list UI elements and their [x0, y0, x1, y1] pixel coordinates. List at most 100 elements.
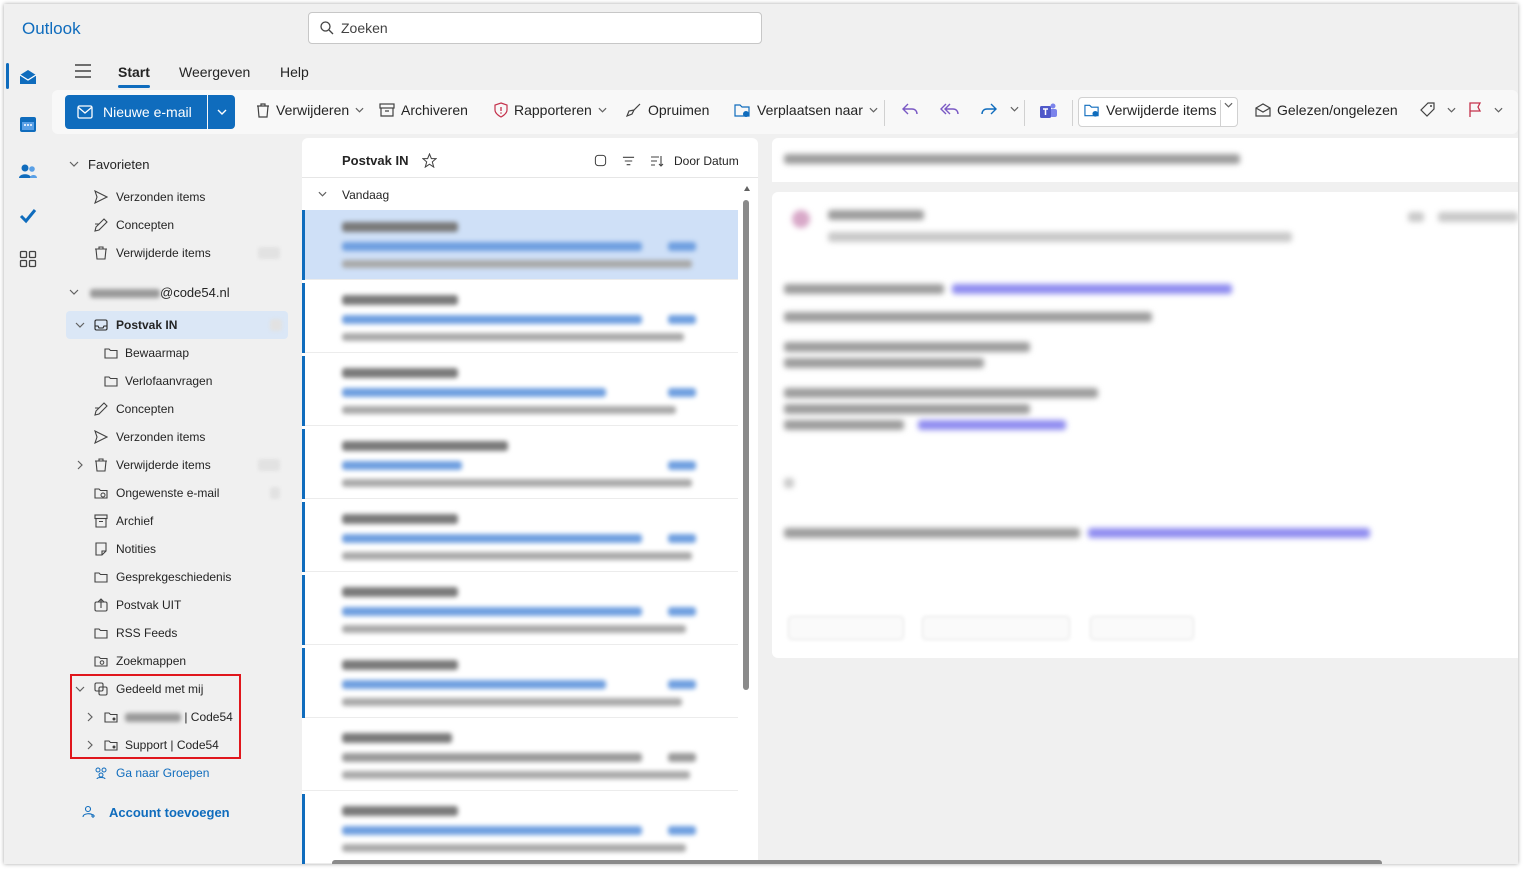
fav-drafts[interactable]: Concepten — [52, 211, 302, 239]
folder-icon — [104, 376, 118, 387]
search-box[interactable]: Zoeken — [308, 12, 762, 44]
group-header-today[interactable]: Vandaag — [302, 182, 742, 206]
message-item[interactable] — [302, 283, 738, 353]
inbox-label: Postvak IN — [116, 318, 178, 332]
folder-icon — [94, 628, 108, 639]
group-label: Vandaag — [342, 188, 390, 202]
deleted-items-button[interactable]: Verwijderde items — [1084, 102, 1217, 118]
reply-button[interactable] — [901, 102, 925, 116]
add-account-button[interactable]: Account toevoegen — [52, 798, 302, 826]
star-icon[interactable] — [422, 153, 437, 168]
folder-junk[interactable]: Ongewenste e-mail — [52, 479, 302, 507]
archive-button[interactable]: Archiveren — [379, 102, 468, 118]
folder-inbox[interactable]: Postvak IN — [66, 311, 288, 339]
sweep-label: Opruimen — [648, 102, 710, 118]
message-item[interactable] — [302, 575, 738, 645]
trash-icon — [95, 458, 107, 472]
favorites-header[interactable]: Favorieten — [52, 150, 302, 178]
message-item[interactable] — [302, 648, 738, 718]
unread-indicator — [302, 648, 305, 718]
chevron-down-icon — [69, 161, 79, 167]
archive-icon — [94, 514, 108, 528]
message-item[interactable] — [302, 502, 738, 572]
junk-label: Ongewenste e-mail — [116, 486, 220, 500]
account-domain: @code54.nl — [160, 284, 230, 300]
folder-bewaarmap[interactable]: Bewaarmap — [52, 339, 302, 367]
reply-all-button[interactable] — [940, 102, 966, 116]
calendar-icon[interactable] — [16, 112, 40, 136]
account-header[interactable]: @code54.nl — [52, 278, 302, 306]
message-item[interactable] — [302, 721, 738, 791]
folder-search-folders[interactable]: Zoekmappen — [52, 647, 302, 675]
deleted-items-label: Verwijderde items — [1106, 102, 1217, 118]
mail-icon — [77, 105, 93, 119]
delete-label: Verwijderen — [276, 102, 350, 118]
tab-weergeven[interactable]: Weergeven — [179, 64, 250, 80]
message-item[interactable] — [302, 210, 738, 280]
shield-alert-icon — [494, 102, 508, 118]
select-icon[interactable] — [594, 154, 607, 167]
search-icon — [320, 21, 334, 35]
move-to-button[interactable]: Verplaatsen naar — [734, 102, 878, 118]
pencil-icon — [94, 402, 108, 416]
message-body-card — [772, 192, 1518, 658]
folder-sent-items[interactable]: Verzonden items — [52, 423, 302, 451]
folder-archive[interactable]: Archief — [52, 507, 302, 535]
mail-icon[interactable] — [16, 65, 40, 89]
hamburger-icon[interactable] — [74, 63, 92, 79]
folder-notes[interactable]: Notities — [52, 535, 302, 563]
folder-verlofaanvragen[interactable]: Verlofaanvragen — [52, 367, 302, 395]
todo-icon[interactable] — [16, 204, 40, 228]
trash-icon — [95, 246, 107, 260]
bewaarmap-label: Bewaarmap — [125, 346, 190, 360]
folder-conversation-history[interactable]: Gesprekgeschiedenis — [52, 563, 302, 591]
deleted-label: Verwijderde items — [116, 458, 211, 472]
chevron-down-icon — [1447, 107, 1456, 113]
sort-label[interactable]: Door Datum — [674, 154, 739, 168]
tab-start[interactable]: Start — [118, 64, 150, 80]
verlofaanvragen-label: Verlofaanvragen — [125, 374, 213, 388]
teams-button[interactable] — [1038, 102, 1064, 120]
horizontal-scrollbar[interactable] — [332, 860, 1382, 864]
folder-deleted-items[interactable]: Verwijderde items — [52, 451, 302, 479]
new-mail-button[interactable]: Nieuwe e-mail — [65, 95, 207, 129]
ribbon-divider — [1024, 100, 1025, 126]
message-list-scrollbar[interactable] — [743, 200, 749, 690]
folder-outbox[interactable]: Postvak UIT — [52, 591, 302, 619]
unread-count — [270, 487, 280, 499]
filter-icon[interactable] — [622, 155, 635, 167]
unread-indicator — [302, 502, 305, 572]
sweep-button[interactable]: Opruimen — [626, 102, 709, 118]
tag-icon — [1420, 102, 1435, 117]
delete-button[interactable]: Verwijderen — [256, 102, 364, 118]
tab-help[interactable]: Help — [280, 64, 309, 80]
fav-sent-items[interactable]: Verzonden items — [52, 183, 302, 211]
chevron-down-icon — [75, 322, 85, 328]
flag-button[interactable] — [1468, 102, 1503, 118]
report-button[interactable]: Rapporteren — [494, 102, 607, 118]
outbox-icon — [94, 598, 108, 612]
folder-rss-feeds[interactable]: RSS Feeds — [52, 619, 302, 647]
go-to-groups-link[interactable]: Ga naar Groepen — [52, 759, 302, 787]
note-icon — [95, 542, 107, 556]
message-item[interactable] — [302, 794, 738, 864]
quick-step-dropdown[interactable] — [1224, 102, 1239, 108]
unread-indicator — [302, 283, 305, 353]
sort-icon[interactable] — [650, 155, 664, 167]
unread-indicator — [302, 575, 305, 645]
folder-drafts[interactable]: Concepten — [52, 395, 302, 423]
message-item[interactable] — [302, 429, 738, 499]
fav-deleted-items[interactable]: Verwijderde items — [52, 239, 302, 267]
people-icon[interactable] — [16, 159, 40, 183]
forward-button[interactable] — [980, 102, 1019, 116]
outlook-window: Outlook Zoeken Start Weergeven Help Nieu… — [4, 4, 1518, 864]
read-unread-button[interactable]: Gelezen/ongelezen — [1255, 102, 1398, 118]
unread-indicator — [302, 794, 305, 864]
message-item[interactable] — [302, 356, 738, 426]
menu-row: Start Weergeven Help — [52, 52, 1518, 90]
categorize-button[interactable] — [1419, 102, 1456, 118]
new-mail-dropdown[interactable] — [208, 95, 235, 129]
apps-icon[interactable] — [16, 247, 40, 271]
scroll-up-arrow[interactable] — [744, 186, 750, 191]
unread-indicator — [302, 356, 305, 426]
